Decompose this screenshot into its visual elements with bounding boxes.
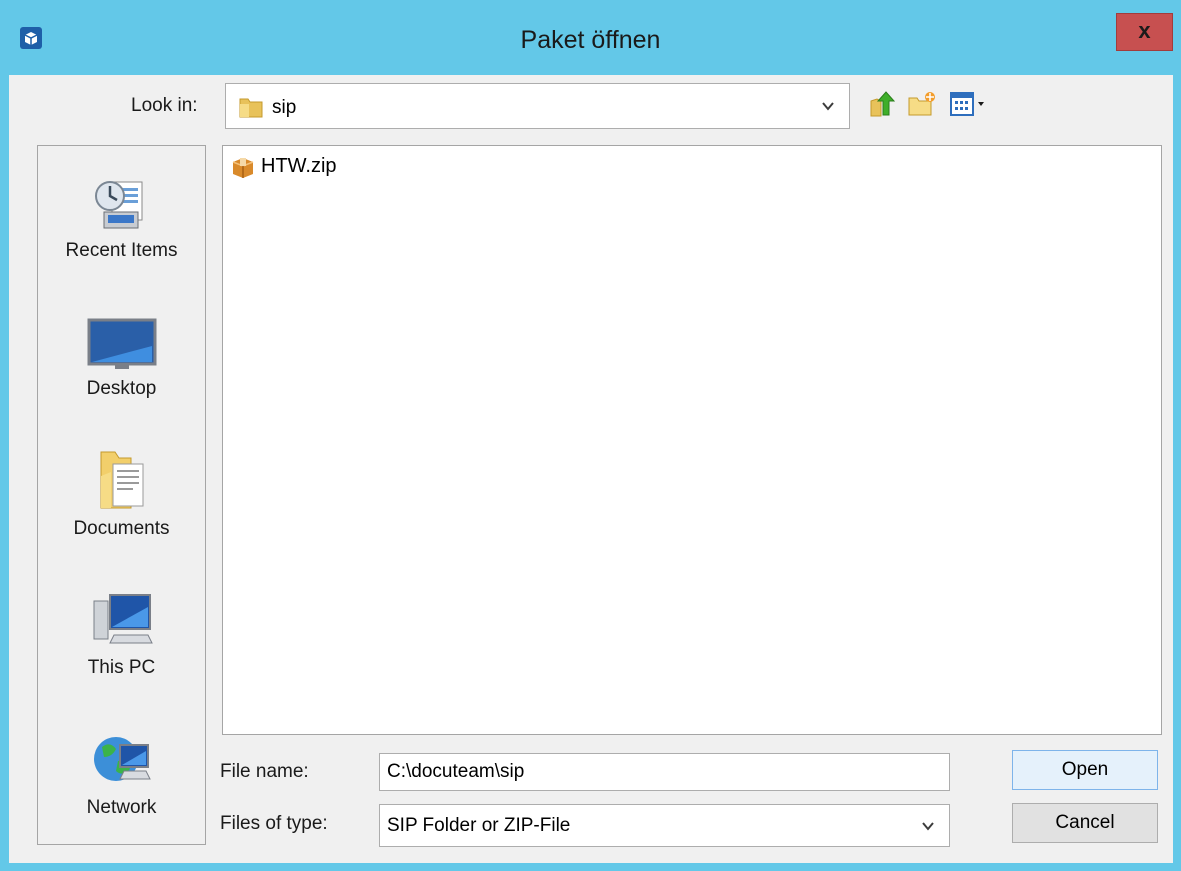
place-desktop[interactable]: Desktop xyxy=(38,316,205,400)
place-label: Documents xyxy=(73,518,170,539)
close-button[interactable]: x xyxy=(1116,13,1173,51)
up-one-level-icon[interactable] xyxy=(867,89,897,119)
title-bar[interactable]: Paket öffnen x xyxy=(0,0,1181,75)
recent-items-icon xyxy=(94,181,142,229)
close-icon: x xyxy=(1138,18,1151,43)
places-bar: Recent Items Desktop Documents This PC N… xyxy=(37,145,206,845)
place-documents[interactable]: Documents xyxy=(38,446,205,540)
desktop-icon xyxy=(87,318,156,369)
place-label: Network xyxy=(86,797,157,818)
new-folder-icon[interactable] xyxy=(907,89,937,119)
network-icon xyxy=(93,737,151,781)
file-name: HTW.zip xyxy=(261,155,337,177)
folder-icon xyxy=(239,98,263,118)
look-in-combo[interactable]: sip xyxy=(225,83,850,129)
file-type-combo[interactable]: SIP Folder or ZIP-File xyxy=(379,804,950,847)
place-this-pc[interactable]: This PC xyxy=(38,591,205,679)
place-label: This PC xyxy=(87,657,156,678)
place-label: Recent Items xyxy=(65,240,178,261)
open-button[interactable]: Open xyxy=(1012,750,1158,790)
dialog-body: Look in: sip Recent Items Desktop Docume… xyxy=(9,75,1173,863)
file-list[interactable]: HTW.zip xyxy=(222,145,1162,735)
file-name-label: File name: xyxy=(220,761,309,782)
file-type-value: SIP Folder or ZIP-File xyxy=(387,815,571,836)
file-name-input[interactable]: C:\docuteam\sip xyxy=(379,753,950,791)
package-icon xyxy=(232,158,254,178)
computer-icon xyxy=(93,594,153,644)
file-name-value: C:\docuteam\sip xyxy=(387,761,525,782)
look-in-label: Look in: xyxy=(131,95,198,116)
place-label: Desktop xyxy=(86,378,157,399)
documents-icon xyxy=(100,451,143,509)
look-in-value: sip xyxy=(272,97,297,118)
dialog-window: Paket öffnen x Look in: sip Recent Items… xyxy=(0,0,1181,871)
cancel-button[interactable]: Cancel xyxy=(1012,803,1158,843)
chevron-down-icon xyxy=(822,102,834,111)
window-title: Paket öffnen xyxy=(520,26,661,54)
chevron-down-icon xyxy=(922,821,934,831)
file-type-label: Files of type: xyxy=(220,813,328,834)
place-recent-items[interactable]: Recent Items xyxy=(38,174,205,262)
view-menu-icon[interactable] xyxy=(949,89,989,119)
place-network[interactable]: Network xyxy=(38,731,205,819)
